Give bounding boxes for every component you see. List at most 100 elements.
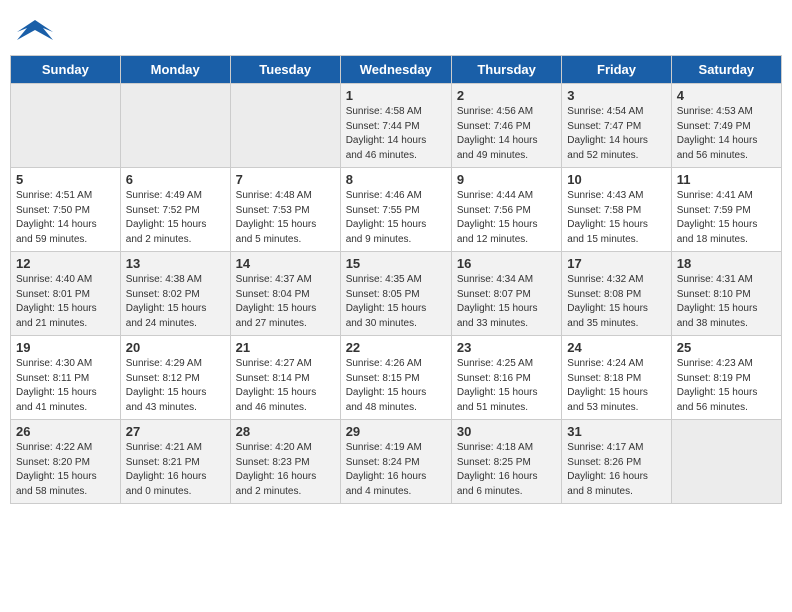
day-info: Sunrise: 4:21 AM Sunset: 8:21 PM Dayligh… bbox=[126, 441, 225, 499]
day-headers-row: SundayMondayTuesdayWednesdayThursdayFrid… bbox=[11, 56, 782, 84]
day-number: 21 bbox=[236, 340, 335, 355]
calendar-day-4: 4 Sunrise: 4:53 AM Sunset: 7:49 PM Daylig… bbox=[671, 84, 781, 168]
calendar-day-27: 27 Sunrise: 4:21 AM Sunset: 8:21 PM Dayli… bbox=[120, 420, 230, 504]
day-info: Sunrise: 4:56 AM Sunset: 7:46 PM Dayligh… bbox=[457, 105, 556, 163]
day-number: 26 bbox=[16, 424, 115, 439]
day-info: Sunrise: 4:19 AM Sunset: 8:24 PM Dayligh… bbox=[346, 441, 446, 499]
calendar-day-22: 22 Sunrise: 4:26 AM Sunset: 8:15 PM Dayli… bbox=[340, 336, 451, 420]
calendar-day-8: 8 Sunrise: 4:46 AM Sunset: 7:55 PM Daylig… bbox=[340, 168, 451, 252]
calendar-day-7: 7 Sunrise: 4:48 AM Sunset: 7:53 PM Daylig… bbox=[230, 168, 340, 252]
day-header-tuesday: Tuesday bbox=[230, 56, 340, 84]
calendar-week-row: 1 Sunrise: 4:58 AM Sunset: 7:44 PM Daylig… bbox=[11, 84, 782, 168]
day-number: 7 bbox=[236, 172, 335, 187]
day-info: Sunrise: 4:24 AM Sunset: 8:18 PM Dayligh… bbox=[567, 357, 665, 415]
day-info: Sunrise: 4:49 AM Sunset: 7:52 PM Dayligh… bbox=[126, 189, 225, 247]
day-info: Sunrise: 4:44 AM Sunset: 7:56 PM Dayligh… bbox=[457, 189, 556, 247]
logo bbox=[15, 12, 55, 50]
day-info: Sunrise: 4:53 AM Sunset: 7:49 PM Dayligh… bbox=[677, 105, 776, 163]
calendar-week-row: 19Sunrise: 4:30 AM Sunset: 8:11 PM Dayli… bbox=[11, 336, 782, 420]
day-info: Sunrise: 4:22 AM Sunset: 8:20 PM Dayligh… bbox=[16, 441, 115, 499]
calendar-day-16: 16 Sunrise: 4:34 AM Sunset: 8:07 PM Dayli… bbox=[451, 252, 561, 336]
calendar-week-row: 26 Sunrise: 4:22 AM Sunset: 8:20 PM Dayli… bbox=[11, 420, 782, 504]
calendar-day-14: 14 Sunrise: 4:37 AM Sunset: 8:04 PM Dayli… bbox=[230, 252, 340, 336]
day-header-sunday: Sunday bbox=[11, 56, 121, 84]
day-number: 9 bbox=[457, 172, 556, 187]
calendar-day-6: 6 Sunrise: 4:49 AM Sunset: 7:52 PM Daylig… bbox=[120, 168, 230, 252]
day-info: Sunrise: 4:23 AM Sunset: 8:19 PM Dayligh… bbox=[677, 357, 776, 415]
calendar-day-11: 11Sunrise: 4:41 AM Sunset: 7:59 PM Dayli… bbox=[671, 168, 781, 252]
day-number: 5 bbox=[16, 172, 115, 187]
day-header-thursday: Thursday bbox=[451, 56, 561, 84]
calendar-day-5: 5Sunrise: 4:51 AM Sunset: 7:50 PM Daylig… bbox=[11, 168, 121, 252]
day-number: 17 bbox=[567, 256, 665, 271]
day-info: Sunrise: 4:58 AM Sunset: 7:44 PM Dayligh… bbox=[346, 105, 446, 163]
calendar-day-9: 9 Sunrise: 4:44 AM Sunset: 7:56 PM Daylig… bbox=[451, 168, 561, 252]
day-number: 27 bbox=[126, 424, 225, 439]
calendar-day-19: 19Sunrise: 4:30 AM Sunset: 8:11 PM Dayli… bbox=[11, 336, 121, 420]
calendar-week-row: 5Sunrise: 4:51 AM Sunset: 7:50 PM Daylig… bbox=[11, 168, 782, 252]
day-header-monday: Monday bbox=[120, 56, 230, 84]
day-number: 20 bbox=[126, 340, 225, 355]
day-info: Sunrise: 4:34 AM Sunset: 8:07 PM Dayligh… bbox=[457, 273, 556, 331]
calendar-day-25: 25Sunrise: 4:23 AM Sunset: 8:19 PM Dayli… bbox=[671, 336, 781, 420]
day-info: Sunrise: 4:26 AM Sunset: 8:15 PM Dayligh… bbox=[346, 357, 446, 415]
calendar-day-29: 29 Sunrise: 4:19 AM Sunset: 8:24 PM Dayli… bbox=[340, 420, 451, 504]
day-number: 4 bbox=[677, 88, 776, 103]
calendar-day-18: 18 Sunrise: 4:31 AM Sunset: 8:10 PM Dayli… bbox=[671, 252, 781, 336]
day-info: Sunrise: 4:35 AM Sunset: 8:05 PM Dayligh… bbox=[346, 273, 446, 331]
day-info: Sunrise: 4:25 AM Sunset: 8:16 PM Dayligh… bbox=[457, 357, 556, 415]
day-info: Sunrise: 4:31 AM Sunset: 8:10 PM Dayligh… bbox=[677, 273, 776, 331]
calendar-week-row: 12Sunrise: 4:40 AM Sunset: 8:01 PM Dayli… bbox=[11, 252, 782, 336]
day-header-saturday: Saturday bbox=[671, 56, 781, 84]
calendar-day-empty bbox=[120, 84, 230, 168]
day-info: Sunrise: 4:17 AM Sunset: 8:26 PM Dayligh… bbox=[567, 441, 665, 499]
day-info: Sunrise: 4:18 AM Sunset: 8:25 PM Dayligh… bbox=[457, 441, 556, 499]
day-info: Sunrise: 4:29 AM Sunset: 8:12 PM Dayligh… bbox=[126, 357, 225, 415]
day-number: 1 bbox=[346, 88, 446, 103]
day-number: 31 bbox=[567, 424, 665, 439]
day-header-friday: Friday bbox=[562, 56, 671, 84]
day-info: Sunrise: 4:38 AM Sunset: 8:02 PM Dayligh… bbox=[126, 273, 225, 331]
calendar-day-20: 20 Sunrise: 4:29 AM Sunset: 8:12 PM Dayli… bbox=[120, 336, 230, 420]
calendar-day-17: 17 Sunrise: 4:32 AM Sunset: 8:08 PM Dayli… bbox=[562, 252, 671, 336]
day-number: 16 bbox=[457, 256, 556, 271]
calendar-day-15: 15Sunrise: 4:35 AM Sunset: 8:05 PM Dayli… bbox=[340, 252, 451, 336]
day-number: 24 bbox=[567, 340, 665, 355]
day-number: 18 bbox=[677, 256, 776, 271]
day-number: 13 bbox=[126, 256, 225, 271]
day-info: Sunrise: 4:46 AM Sunset: 7:55 PM Dayligh… bbox=[346, 189, 446, 247]
day-number: 29 bbox=[346, 424, 446, 439]
calendar-table: SundayMondayTuesdayWednesdayThursdayFrid… bbox=[10, 55, 782, 504]
logo-icon bbox=[15, 12, 53, 50]
day-number: 28 bbox=[236, 424, 335, 439]
day-number: 8 bbox=[346, 172, 446, 187]
calendar-day-1: 1 Sunrise: 4:58 AM Sunset: 7:44 PM Daylig… bbox=[340, 84, 451, 168]
day-number: 22 bbox=[346, 340, 446, 355]
calendar-day-23: 23 Sunrise: 4:25 AM Sunset: 8:16 PM Dayli… bbox=[451, 336, 561, 420]
day-info: Sunrise: 4:20 AM Sunset: 8:23 PM Dayligh… bbox=[236, 441, 335, 499]
day-info: Sunrise: 4:32 AM Sunset: 8:08 PM Dayligh… bbox=[567, 273, 665, 331]
day-number: 2 bbox=[457, 88, 556, 103]
calendar-day-13: 13 Sunrise: 4:38 AM Sunset: 8:02 PM Dayli… bbox=[120, 252, 230, 336]
calendar-day-3: 3 Sunrise: 4:54 AM Sunset: 7:47 PM Daylig… bbox=[562, 84, 671, 168]
day-info: Sunrise: 4:48 AM Sunset: 7:53 PM Dayligh… bbox=[236, 189, 335, 247]
day-number: 14 bbox=[236, 256, 335, 271]
calendar-day-28: 28 Sunrise: 4:20 AM Sunset: 8:23 PM Dayli… bbox=[230, 420, 340, 504]
calendar-day-30: 30 Sunrise: 4:18 AM Sunset: 8:25 PM Dayli… bbox=[451, 420, 561, 504]
day-number: 19 bbox=[16, 340, 115, 355]
day-info: Sunrise: 4:54 AM Sunset: 7:47 PM Dayligh… bbox=[567, 105, 665, 163]
calendar-day-empty bbox=[671, 420, 781, 504]
day-header-wednesday: Wednesday bbox=[340, 56, 451, 84]
day-number: 23 bbox=[457, 340, 556, 355]
calendar-day-26: 26 Sunrise: 4:22 AM Sunset: 8:20 PM Dayli… bbox=[11, 420, 121, 504]
header bbox=[0, 0, 792, 55]
day-number: 3 bbox=[567, 88, 665, 103]
calendar-day-12: 12Sunrise: 4:40 AM Sunset: 8:01 PM Dayli… bbox=[11, 252, 121, 336]
day-number: 6 bbox=[126, 172, 225, 187]
day-number: 30 bbox=[457, 424, 556, 439]
calendar-day-21: 21Sunrise: 4:27 AM Sunset: 8:14 PM Dayli… bbox=[230, 336, 340, 420]
day-info: Sunrise: 4:37 AM Sunset: 8:04 PM Dayligh… bbox=[236, 273, 335, 331]
calendar-day-2: 2 Sunrise: 4:56 AM Sunset: 7:46 PM Daylig… bbox=[451, 84, 561, 168]
day-info: Sunrise: 4:43 AM Sunset: 7:58 PM Dayligh… bbox=[567, 189, 665, 247]
day-number: 12 bbox=[16, 256, 115, 271]
